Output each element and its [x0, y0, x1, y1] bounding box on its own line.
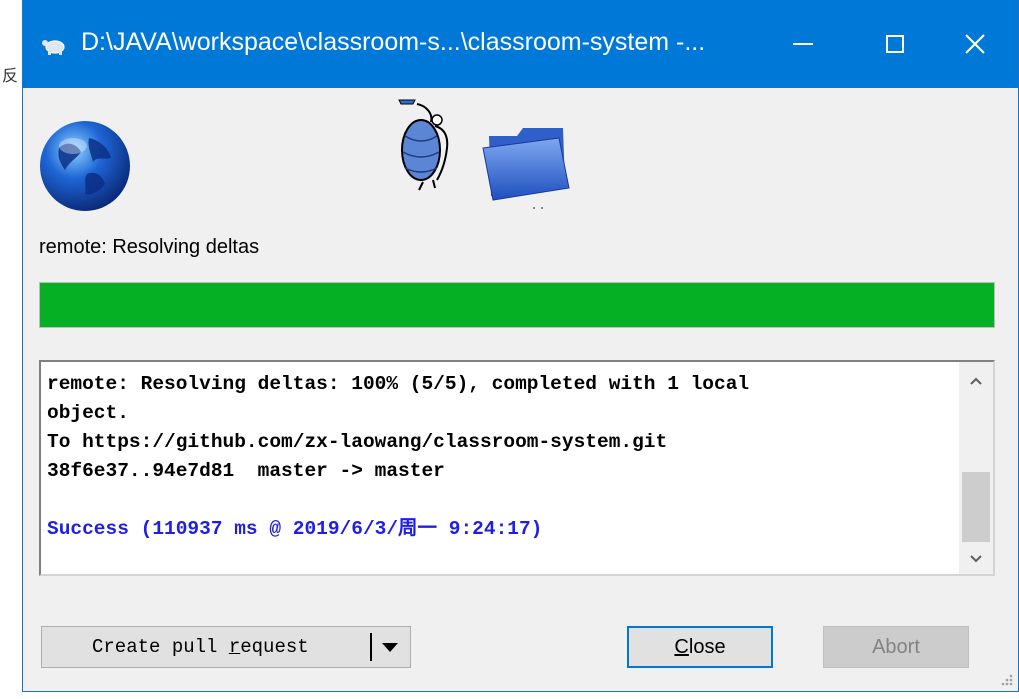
title-bar[interactable]: D:\JAVA\workspace\classroom-s...\classro… — [23, 0, 1018, 88]
log-line: remote: Resolving deltas: 100% (5/5), co… — [47, 373, 750, 395]
create-pull-request-button[interactable]: Create pull request — [41, 626, 411, 668]
folder-icon — [482, 128, 570, 209]
scroll-thumb[interactable] — [962, 472, 990, 542]
background-glyph: 反 — [2, 66, 19, 85]
scroll-up-button[interactable] — [959, 366, 993, 396]
progress-bar — [39, 282, 995, 328]
tortoise-mascot-icon — [398, 99, 449, 191]
log-line: To https://github.com/zx-laowang/classro… — [47, 431, 668, 453]
minimize-button[interactable] — [757, 0, 849, 88]
resize-grip-icon[interactable] — [998, 671, 1014, 687]
tortoise-icon — [41, 34, 67, 56]
status-text: remote: Resolving deltas — [39, 236, 260, 258]
chevron-up-icon — [970, 377, 982, 385]
scroll-down-button[interactable] — [959, 544, 993, 574]
close-button-label: Close — [674, 635, 726, 658]
abort-button-label: Abort — [872, 635, 920, 658]
window-close-button[interactable] — [929, 0, 1019, 88]
window-title: D:\JAVA\workspace\classroom-s...\classro… — [81, 28, 706, 56]
minimize-icon — [793, 43, 813, 45]
log-scrollbar[interactable] — [959, 362, 993, 574]
log-line: Success (110937 ms @ 2019/6/3/周一 9:24:17… — [47, 518, 543, 540]
output-log[interactable]: remote: Resolving deltas: 100% (5/5), co… — [39, 360, 995, 576]
abort-button: Abort — [823, 626, 969, 668]
dropdown-arrow-icon[interactable] — [378, 637, 402, 657]
maximize-button[interactable] — [849, 0, 941, 88]
git-push-dialog: D:\JAVA\workspace\classroom-s...\classro… — [22, 0, 1019, 692]
log-line: 38f6e37..94e7d81 master -> master — [47, 460, 445, 482]
progress-fill — [40, 283, 994, 327]
close-button[interactable]: Close — [627, 626, 773, 668]
chevron-down-icon — [970, 555, 982, 563]
globe-icon — [40, 121, 130, 211]
split-button-divider — [370, 633, 372, 661]
create-pull-request-label: Create pull request — [92, 636, 309, 658]
maximize-icon — [886, 35, 904, 53]
log-line: object. — [47, 402, 129, 424]
log-text: remote: Resolving deltas: 100% (5/5), co… — [47, 370, 947, 544]
close-icon — [965, 34, 985, 54]
